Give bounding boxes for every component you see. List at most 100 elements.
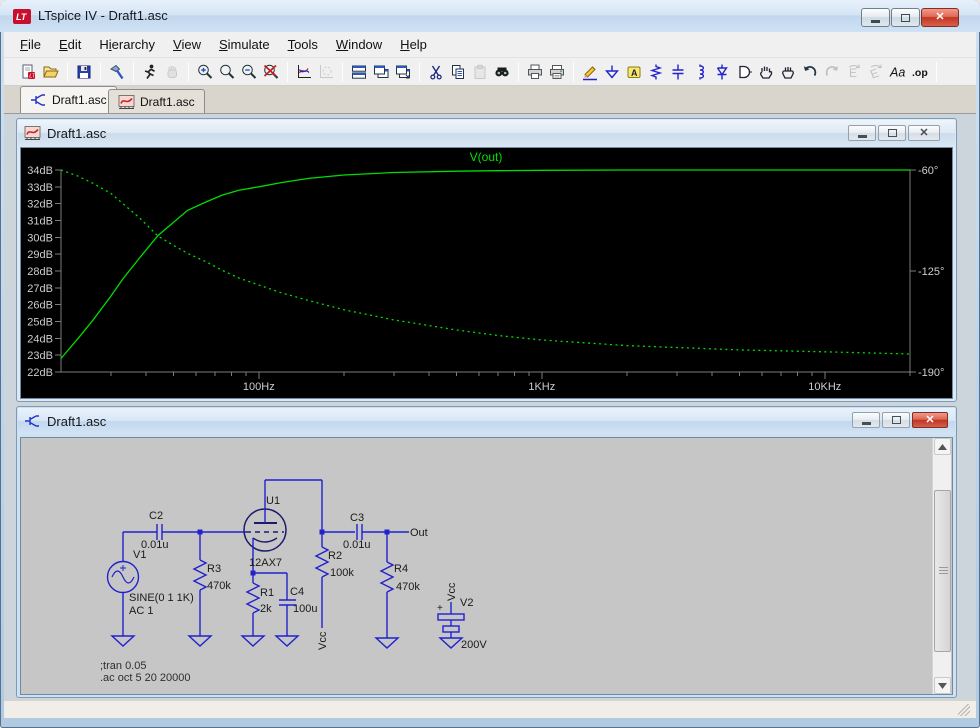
schematic-label-c2[interactable]: C2 xyxy=(149,510,163,522)
schematic-label-vcc[interactable]: Vcc xyxy=(446,582,458,601)
y-axis-label-34dB[interactable]: 34dB xyxy=(27,165,53,177)
place-ground-button[interactable] xyxy=(602,61,622,83)
schematic-label-out[interactable]: Out xyxy=(410,527,428,539)
schematic-drawing[interactable]: U112AX7C20.01uV1SINE(0 1 1K)AC 1R3470kR1… xyxy=(20,437,931,694)
spice-directive-button[interactable]: .op xyxy=(910,61,930,83)
schematic-label-0-01u[interactable]: 0.01u xyxy=(343,539,371,551)
ground-symbol[interactable] xyxy=(440,638,462,648)
control-panel-button[interactable] xyxy=(107,61,127,83)
y-axis-label-22dB[interactable]: 22dB xyxy=(27,367,53,379)
y-axis-label-25dB[interactable]: 25dB xyxy=(27,317,53,329)
battery-v2-plate-short[interactable] xyxy=(443,626,459,632)
y-axis-label-30dB[interactable]: 30dB xyxy=(27,232,53,244)
schematic-label-r4[interactable]: R4 xyxy=(394,563,408,575)
y-axis-label-23dB[interactable]: 23dB xyxy=(27,350,53,362)
right-axis-label--60[interactable]: -60° xyxy=(918,165,938,177)
schematic-label-470k[interactable]: 470k xyxy=(207,580,231,592)
y-axis-label-33dB[interactable]: 33dB xyxy=(27,182,53,194)
ground-symbol[interactable] xyxy=(376,638,398,648)
zoom-full-button[interactable] xyxy=(261,61,281,83)
ground-symbol[interactable] xyxy=(242,636,264,646)
schematic-wires[interactable] xyxy=(108,480,465,648)
tile-horizontal-button[interactable] xyxy=(349,61,369,83)
y-axis-label-26dB[interactable]: 26dB xyxy=(27,300,53,312)
menu-view[interactable]: View xyxy=(164,33,210,56)
close-button[interactable]: ✕ xyxy=(921,8,959,27)
schematic-minimize-button[interactable] xyxy=(852,412,880,428)
y-axis-label-32dB[interactable]: 32dB xyxy=(27,199,53,211)
zoom-fit-button[interactable] xyxy=(217,61,237,83)
move-button[interactable] xyxy=(756,61,776,83)
resistor-r3[interactable] xyxy=(194,532,206,636)
menu-window[interactable]: Window xyxy=(327,33,391,56)
resistor-r1[interactable] xyxy=(247,573,259,636)
schematic-label-r3[interactable]: R3 xyxy=(207,563,221,575)
resistor-r4[interactable] xyxy=(381,532,393,638)
x-axis-label-1KHz[interactable]: 1KHz xyxy=(528,381,555,393)
ground-symbol[interactable] xyxy=(276,636,298,646)
schematic-close-button[interactable]: ✕ xyxy=(912,412,948,428)
schematic-label-vcc[interactable]: Vcc xyxy=(317,631,329,650)
waveform-plot[interactable]: 34dB 33dB 32dB 31dB 30dB 29dB 28dB 27dB 26dB 25dB… xyxy=(20,147,953,399)
capacitor-c2[interactable] xyxy=(157,524,162,540)
scroll-up-button[interactable] xyxy=(934,438,951,455)
schematic-label-ac-1[interactable]: AC 1 xyxy=(129,605,153,617)
resize-grip[interactable] xyxy=(958,704,970,716)
place-diode-button[interactable] xyxy=(712,61,732,83)
schematic-label--[interactable]: + xyxy=(437,603,443,614)
place-inductor-button[interactable] xyxy=(690,61,710,83)
draw-wire-button[interactable] xyxy=(580,61,600,83)
schematic-label-c4[interactable]: C4 xyxy=(290,586,304,598)
schematic-label-r2[interactable]: R2 xyxy=(328,550,342,562)
open-file-button[interactable] xyxy=(41,61,61,83)
undo-button[interactable] xyxy=(800,61,820,83)
x-axis-label-100Hz[interactable]: 100Hz xyxy=(243,381,275,393)
scroll-down-button[interactable] xyxy=(934,677,951,694)
zoom-in-button[interactable] xyxy=(195,61,215,83)
schematic-label-v1[interactable]: V1 xyxy=(133,549,146,561)
menu-file[interactable]: File xyxy=(11,33,50,56)
y-axis-label-28dB[interactable]: 28dB xyxy=(27,266,53,278)
place-label-button[interactable]: A xyxy=(624,61,644,83)
battery-v2-plate-long[interactable] xyxy=(438,614,464,620)
schematic-label-v2[interactable]: V2 xyxy=(460,597,473,609)
menu-hierarchy[interactable]: Hierarchy xyxy=(90,33,164,56)
right-axis-label--125[interactable]: -125° xyxy=(918,266,944,278)
menu-help[interactable]: Help xyxy=(391,33,436,56)
ground-symbol[interactable] xyxy=(189,636,211,646)
schematic-label--ac-oct-5-20-20000[interactable]: .ac oct 5 20 20000 xyxy=(100,672,191,684)
schematic-label-100u[interactable]: 100u xyxy=(293,603,317,615)
place-component-button[interactable] xyxy=(734,61,754,83)
resistor-r2[interactable] xyxy=(316,532,328,628)
print-button[interactable] xyxy=(547,61,567,83)
cascade-windows-button[interactable] xyxy=(393,61,413,83)
schematic-label-2k[interactable]: 2k xyxy=(260,603,272,615)
place-text-button[interactable]: Aa xyxy=(888,61,908,83)
cut-button[interactable] xyxy=(426,61,446,83)
tab-schematic-draft1[interactable]: Draft1.asc xyxy=(20,86,117,113)
schematic-label-200v[interactable]: 200V xyxy=(461,639,487,651)
ground-symbol[interactable] xyxy=(112,636,134,646)
run-button[interactable] xyxy=(140,61,160,83)
main-title-bar[interactable]: LT LTspice IV - Draft1.asc ✕ xyxy=(0,0,980,32)
zoom-out-button[interactable] xyxy=(239,61,259,83)
schematic-label-sine-0-1-1k-[interactable]: SINE(0 1 1K) xyxy=(129,592,194,604)
menu-edit[interactable]: Edit xyxy=(50,33,90,56)
waveform-window-title-bar[interactable]: Draft1.asc xyxy=(18,120,955,146)
minimize-button[interactable] xyxy=(861,8,890,27)
y-axis-label-31dB[interactable]: 31dB xyxy=(27,216,53,228)
print-preview-button[interactable] xyxy=(525,61,545,83)
schematic-label-12ax7[interactable]: 12AX7 xyxy=(249,557,282,569)
tile-vertical-button[interactable] xyxy=(371,61,391,83)
find-button[interactable] xyxy=(492,61,512,83)
menu-simulate[interactable]: Simulate xyxy=(210,33,279,56)
trace-label-vout[interactable]: V(out) xyxy=(470,150,503,164)
scrollbar-thumb[interactable] xyxy=(934,490,951,652)
schematic-label-r1[interactable]: R1 xyxy=(260,587,274,599)
schematic-vertical-scrollbar[interactable] xyxy=(932,438,951,694)
y-axis-label-29dB[interactable]: 29dB xyxy=(27,249,53,261)
tab-waveform-draft1[interactable]: Draft1.asc xyxy=(108,89,205,113)
schematic-label-470k[interactable]: 470k xyxy=(396,581,420,593)
schematic-label-100k[interactable]: 100k xyxy=(330,567,354,579)
y-axis-label-27dB[interactable]: 27dB xyxy=(27,283,53,295)
